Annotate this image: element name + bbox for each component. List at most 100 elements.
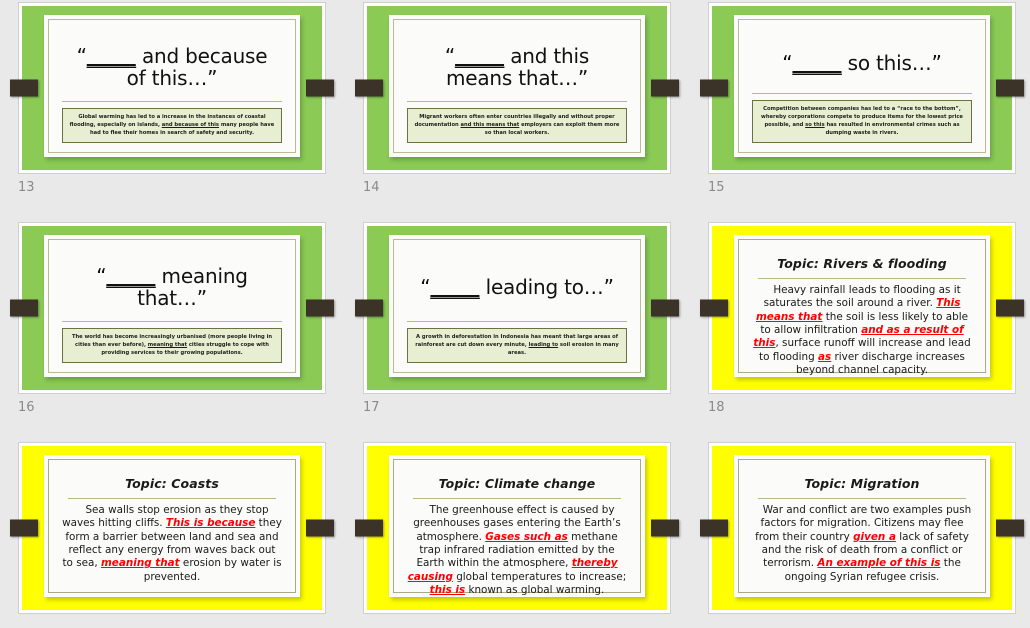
slide-number-label: 16	[18, 400, 35, 415]
slide-page[interactable]: Topic: Rivers & flooding Heavy rainfall l…	[708, 222, 1016, 394]
slide-title: Topic: Coasts	[125, 476, 219, 491]
example-connective: leading to	[528, 341, 559, 348]
slide-page[interactable]: “_____ and this means that…” Migrant work…	[363, 2, 671, 174]
slide-page[interactable]: “_____ leading to…” A growth in deforesta…	[363, 222, 671, 394]
slide-title: Topic: Climate change	[438, 476, 596, 491]
slide-page[interactable]: “_____ and because of this…” Global warmi…	[18, 2, 326, 174]
slide-thumbnail-16[interactable]: “_____ meaning that…” The world has becom…	[10, 222, 334, 394]
highlighted-connective: This is because	[165, 517, 256, 530]
slide-body-text: Sea walls stop erosion as they stop wave…	[62, 504, 282, 583]
slide-left-tab-icon	[355, 299, 383, 317]
slide-colour-band: “_____ and this means that…” Migrant work…	[367, 6, 667, 170]
slide-right-tab-icon	[306, 79, 334, 97]
slide-thumbnail-18[interactable]: Topic: Rivers & flooding Heavy rainfall l…	[700, 222, 1024, 394]
slide-thumbnail-cell[interactable]: Topic: Coasts Sea walls stop erosion as t…	[0, 440, 345, 628]
slide-thumbnail-15[interactable]: “_____ so this…” Competition between comp…	[700, 2, 1024, 174]
slide-page[interactable]: Topic: Migration War and conflict are two…	[708, 442, 1016, 614]
slide-title: Topic: Rivers & flooding	[777, 256, 947, 271]
slide-colour-band: Topic: Migration War and conflict are two…	[712, 446, 1012, 610]
title-divider	[407, 100, 627, 102]
title-divider	[407, 320, 627, 322]
slide-thumbnail-cell[interactable]: Topic: Rivers & flooding Heavy rainfall l…	[690, 220, 1030, 440]
slide-body-text: Heavy rainfall leads to flooding as it s…	[753, 284, 971, 376]
highlighted-connective: this is	[429, 583, 466, 596]
slide-title: “_____ so this…”	[782, 51, 942, 76]
title-divider	[758, 278, 966, 279]
slide-content-frame: “_____ meaning that…” The world has becom…	[48, 239, 296, 373]
slide-thumbnail-cell[interactable]: “_____ so this…” Competition between comp…	[690, 0, 1030, 220]
slide-body-text: War and conflict are two examples push f…	[755, 504, 972, 583]
slide-page[interactable]: “_____ so this…” Competition between comp…	[708, 2, 1016, 174]
title-divider	[62, 320, 282, 322]
slide-colour-band: “_____ leading to…” A growth in deforesta…	[367, 226, 667, 390]
title-divider	[62, 100, 282, 102]
slide-title: Topic: Migration	[804, 476, 920, 491]
slide-thumbnail-cell[interactable]: “_____ and this means that…” Migrant work…	[345, 0, 690, 220]
title-divider	[758, 498, 966, 499]
slide-left-tab-icon	[10, 79, 38, 97]
slide-content-frame: Topic: Climate change The greenhouse effe…	[393, 459, 641, 596]
slide-thumbnail-cell[interactable]: “_____ leading to…” A growth in deforesta…	[345, 220, 690, 440]
highlighted-connective: This means that	[755, 297, 961, 323]
slide-thumbnail-grid: “_____ and because of this…” Global warmi…	[0, 0, 1030, 628]
slide-content-card: Topic: Rivers & flooding Heavy rainfall l…	[734, 235, 990, 377]
slide-right-tab-icon	[996, 79, 1024, 97]
highlighted-connective: given a	[853, 530, 896, 543]
slide-thumbnail-19[interactable]: Topic: Coasts Sea walls stop erosion as t…	[10, 442, 334, 614]
title-blank: _____	[430, 275, 480, 300]
slide-right-tab-icon	[996, 519, 1024, 537]
slide-content-frame: “_____ so this…” Competition between comp…	[738, 19, 986, 153]
slide-thumbnail-14[interactable]: “_____ and this means that…” Migrant work…	[355, 2, 679, 174]
slide-thumbnail-cell[interactable]: “_____ and because of this…” Global warmi…	[0, 0, 345, 220]
example-sentence-box: Migrant workers often enter countries il…	[407, 107, 627, 143]
slide-content-card: “_____ leading to…” A growth in deforesta…	[389, 235, 645, 377]
slide-title: “_____ and this means that…”	[444, 44, 590, 91]
slide-content-card: “_____ and this means that…” Migrant work…	[389, 15, 645, 157]
slide-left-tab-icon	[700, 519, 728, 537]
slide-title: “_____ meaning that…”	[96, 264, 248, 311]
slide-thumbnail-cell[interactable]: Topic: Climate change The greenhouse effe…	[345, 440, 690, 628]
title-divider	[413, 498, 621, 499]
slide-right-tab-icon	[651, 79, 679, 97]
slide-colour-band: Topic: Climate change The greenhouse effe…	[367, 446, 667, 610]
slide-colour-band: “_____ meaning that…” The world has becom…	[22, 226, 322, 390]
slide-number-label: 13	[18, 180, 35, 195]
example-connective: and because of this	[161, 121, 220, 128]
highlighted-connective: meaning that	[100, 557, 180, 570]
slide-thumbnail-cell[interactable]: “_____ meaning that…” The world has becom…	[0, 220, 345, 440]
slide-right-tab-icon	[651, 519, 679, 537]
slide-number-label: 18	[708, 400, 725, 415]
slide-colour-band: Topic: Coasts Sea walls stop erosion as t…	[22, 446, 322, 610]
slide-content-frame: Topic: Coasts Sea walls stop erosion as t…	[48, 459, 296, 593]
slide-thumbnail-cell[interactable]: Topic: Migration War and conflict are two…	[690, 440, 1030, 628]
slide-number-label: 15	[708, 180, 725, 195]
example-sentence-box: The world has become increasingly urbani…	[62, 327, 282, 363]
slide-content-card: Topic: Migration War and conflict are two…	[734, 455, 990, 597]
slide-content-card: Topic: Coasts Sea walls stop erosion as t…	[44, 455, 300, 597]
slide-colour-band: “_____ and because of this…” Global warmi…	[22, 6, 322, 170]
highlighted-connective: An example of this is	[817, 557, 941, 570]
title-blank: _____	[106, 264, 156, 289]
slide-content-card: “_____ meaning that…” The world has becom…	[44, 235, 300, 377]
slide-right-tab-icon	[306, 299, 334, 317]
slide-colour-band: Topic: Rivers & flooding Heavy rainfall l…	[712, 226, 1012, 390]
slide-number-label: 17	[363, 400, 380, 415]
slide-thumbnail-17[interactable]: “_____ leading to…” A growth in deforesta…	[355, 222, 679, 394]
slide-page[interactable]: Topic: Climate change The greenhouse effe…	[363, 442, 671, 614]
title-blank: _____	[455, 44, 505, 69]
slide-left-tab-icon	[10, 299, 38, 317]
highlighted-connective: and as a result of this	[753, 323, 964, 350]
slide-content-frame: “_____ leading to…” A growth in deforesta…	[393, 239, 641, 373]
slide-content-card: “_____ and because of this…” Global warmi…	[44, 15, 300, 157]
highlighted-connective: Gases such as	[485, 530, 568, 543]
highlighted-connective: thereby causing	[407, 557, 618, 583]
slide-thumbnail-21[interactable]: Topic: Migration War and conflict are two…	[700, 442, 1024, 614]
slide-body-text: The greenhouse effect is caused by green…	[407, 504, 627, 596]
slide-page[interactable]: “_____ meaning that…” The world has becom…	[18, 222, 326, 394]
slide-right-tab-icon	[651, 299, 679, 317]
slide-thumbnail-13[interactable]: “_____ and because of this…” Global warmi…	[10, 2, 334, 174]
example-sentence-box: A growth in deforestation in Indonesia h…	[407, 327, 627, 363]
slide-page[interactable]: Topic: Coasts Sea walls stop erosion as t…	[18, 442, 326, 614]
slide-thumbnail-20[interactable]: Topic: Climate change The greenhouse effe…	[355, 442, 679, 614]
example-connective: and this means that	[460, 121, 520, 128]
